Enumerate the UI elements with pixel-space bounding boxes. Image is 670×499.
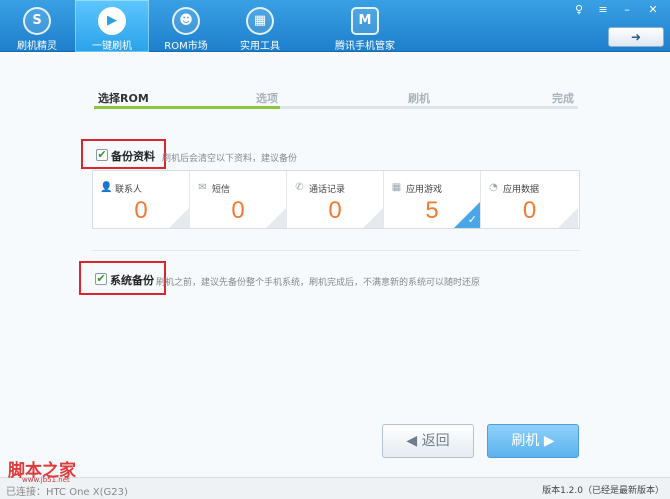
tile-corner [363, 208, 383, 228]
backup-data-title: 备份资料 [111, 150, 155, 163]
back-button[interactable]: ◀ 返回 [382, 424, 474, 458]
tab-one-click-flash[interactable]: ▶ 一键刷机 [75, 0, 149, 52]
system-backup-title: 系统备份 [110, 274, 154, 287]
section-divider [92, 250, 580, 251]
system-backup-checkbox[interactable]: ✔ [95, 273, 107, 285]
step-complete: 完成 [552, 92, 574, 105]
top-toolbar: S 刷机精灵 ▶ 一键刷机 ☻ ROM市场 ▦ 实用工具 M 腾讯手机管家 ♀ … [0, 0, 670, 52]
tab-label: ROM市场 [164, 41, 208, 52]
version-status: 版本1.2.0（已经是最新版本） [542, 486, 664, 496]
tile-corner [558, 208, 578, 228]
backup-item-contacts[interactable]: 👤 联系人 0 [93, 171, 190, 228]
tab-label: 一键刷机 [92, 41, 132, 52]
step-select-rom: 选择ROM [98, 92, 149, 105]
contact-icon: 👤 [100, 182, 113, 193]
backup-items-panel: 👤 联系人 0 ✉ 短信 0 ✆ 通话记录 0 ▦ 应用游戏 5 ✓ ◔ 应用数… [92, 170, 580, 229]
backup-item-app-data[interactable]: ◔ 应用数据 0 [481, 171, 578, 228]
tab-label: 腾讯手机管家 [335, 41, 395, 52]
backup-item-label: 联系人 [115, 185, 143, 195]
pie-icon: ◔ [489, 182, 498, 193]
backup-item-label: 应用数据 [503, 185, 540, 195]
grid-icon: ▦ [246, 7, 274, 35]
shield-icon: M [351, 7, 379, 35]
tile-corner [169, 208, 189, 228]
sms-icon: ✉ [198, 182, 207, 193]
tab-label: 实用工具 [240, 41, 280, 52]
tab-rom-market[interactable]: ☻ ROM市场 [149, 0, 223, 52]
step-progress-fill [94, 106, 280, 109]
tab-tencent-manager[interactable]: M 腾讯手机管家 [305, 0, 425, 52]
feedback-icon[interactable]: ♀ [570, 3, 588, 17]
tab-label: 刷机精灵 [17, 41, 57, 52]
phone-icon: ✆ [295, 182, 304, 193]
backup-item-label: 通话记录 [309, 185, 346, 195]
backup-item-call-log[interactable]: ✆ 通话记录 0 [287, 171, 384, 228]
flash-button[interactable]: 刷机 ▶ [487, 424, 579, 458]
backup-item-label: 应用游戏 [406, 185, 443, 195]
tab-flash-genie[interactable]: S 刷机精灵 [0, 0, 74, 52]
status-bar: 已连接：HTC One X(G23) 版本1.2.0（已经是最新版本） [0, 477, 670, 499]
minimize-icon[interactable]: – [618, 3, 636, 17]
play-icon: ▶ [98, 7, 126, 35]
tile-corner [266, 208, 286, 228]
connection-status: 已连接：HTC One X(G23) [6, 487, 128, 498]
forward-button[interactable]: ➜ [608, 27, 664, 47]
menu-icon[interactable]: ≡ [594, 3, 612, 17]
step-flash: 刷机 [408, 92, 430, 105]
backup-item-label: 短信 [212, 185, 231, 195]
backup-item-sms[interactable]: ✉ 短信 0 [190, 171, 287, 228]
step-progress-track [94, 106, 578, 109]
apps-icon: ▦ [391, 182, 402, 193]
backup-data-checkbox[interactable]: ✔ [96, 149, 108, 161]
system-backup-description: 刷机之前，建议先备份整个手机系统，刷机完成后，不满意新的系统可以随时还原 [156, 278, 481, 288]
backup-item-apps[interactable]: ▦ 应用游戏 5 ✓ [384, 171, 481, 228]
step-options: 选项 [256, 92, 278, 105]
backup-data-description: 刷机后会清空以下资料，建议备份 [162, 154, 298, 164]
selected-check-icon: ✓ [467, 213, 477, 226]
android-icon: ☻ [172, 7, 200, 35]
close-icon[interactable]: ✕ [644, 3, 662, 17]
watermark-url: www.jb51.net [22, 476, 70, 484]
logo-icon: S [23, 7, 51, 35]
tab-utilities[interactable]: ▦ 实用工具 [223, 0, 297, 52]
